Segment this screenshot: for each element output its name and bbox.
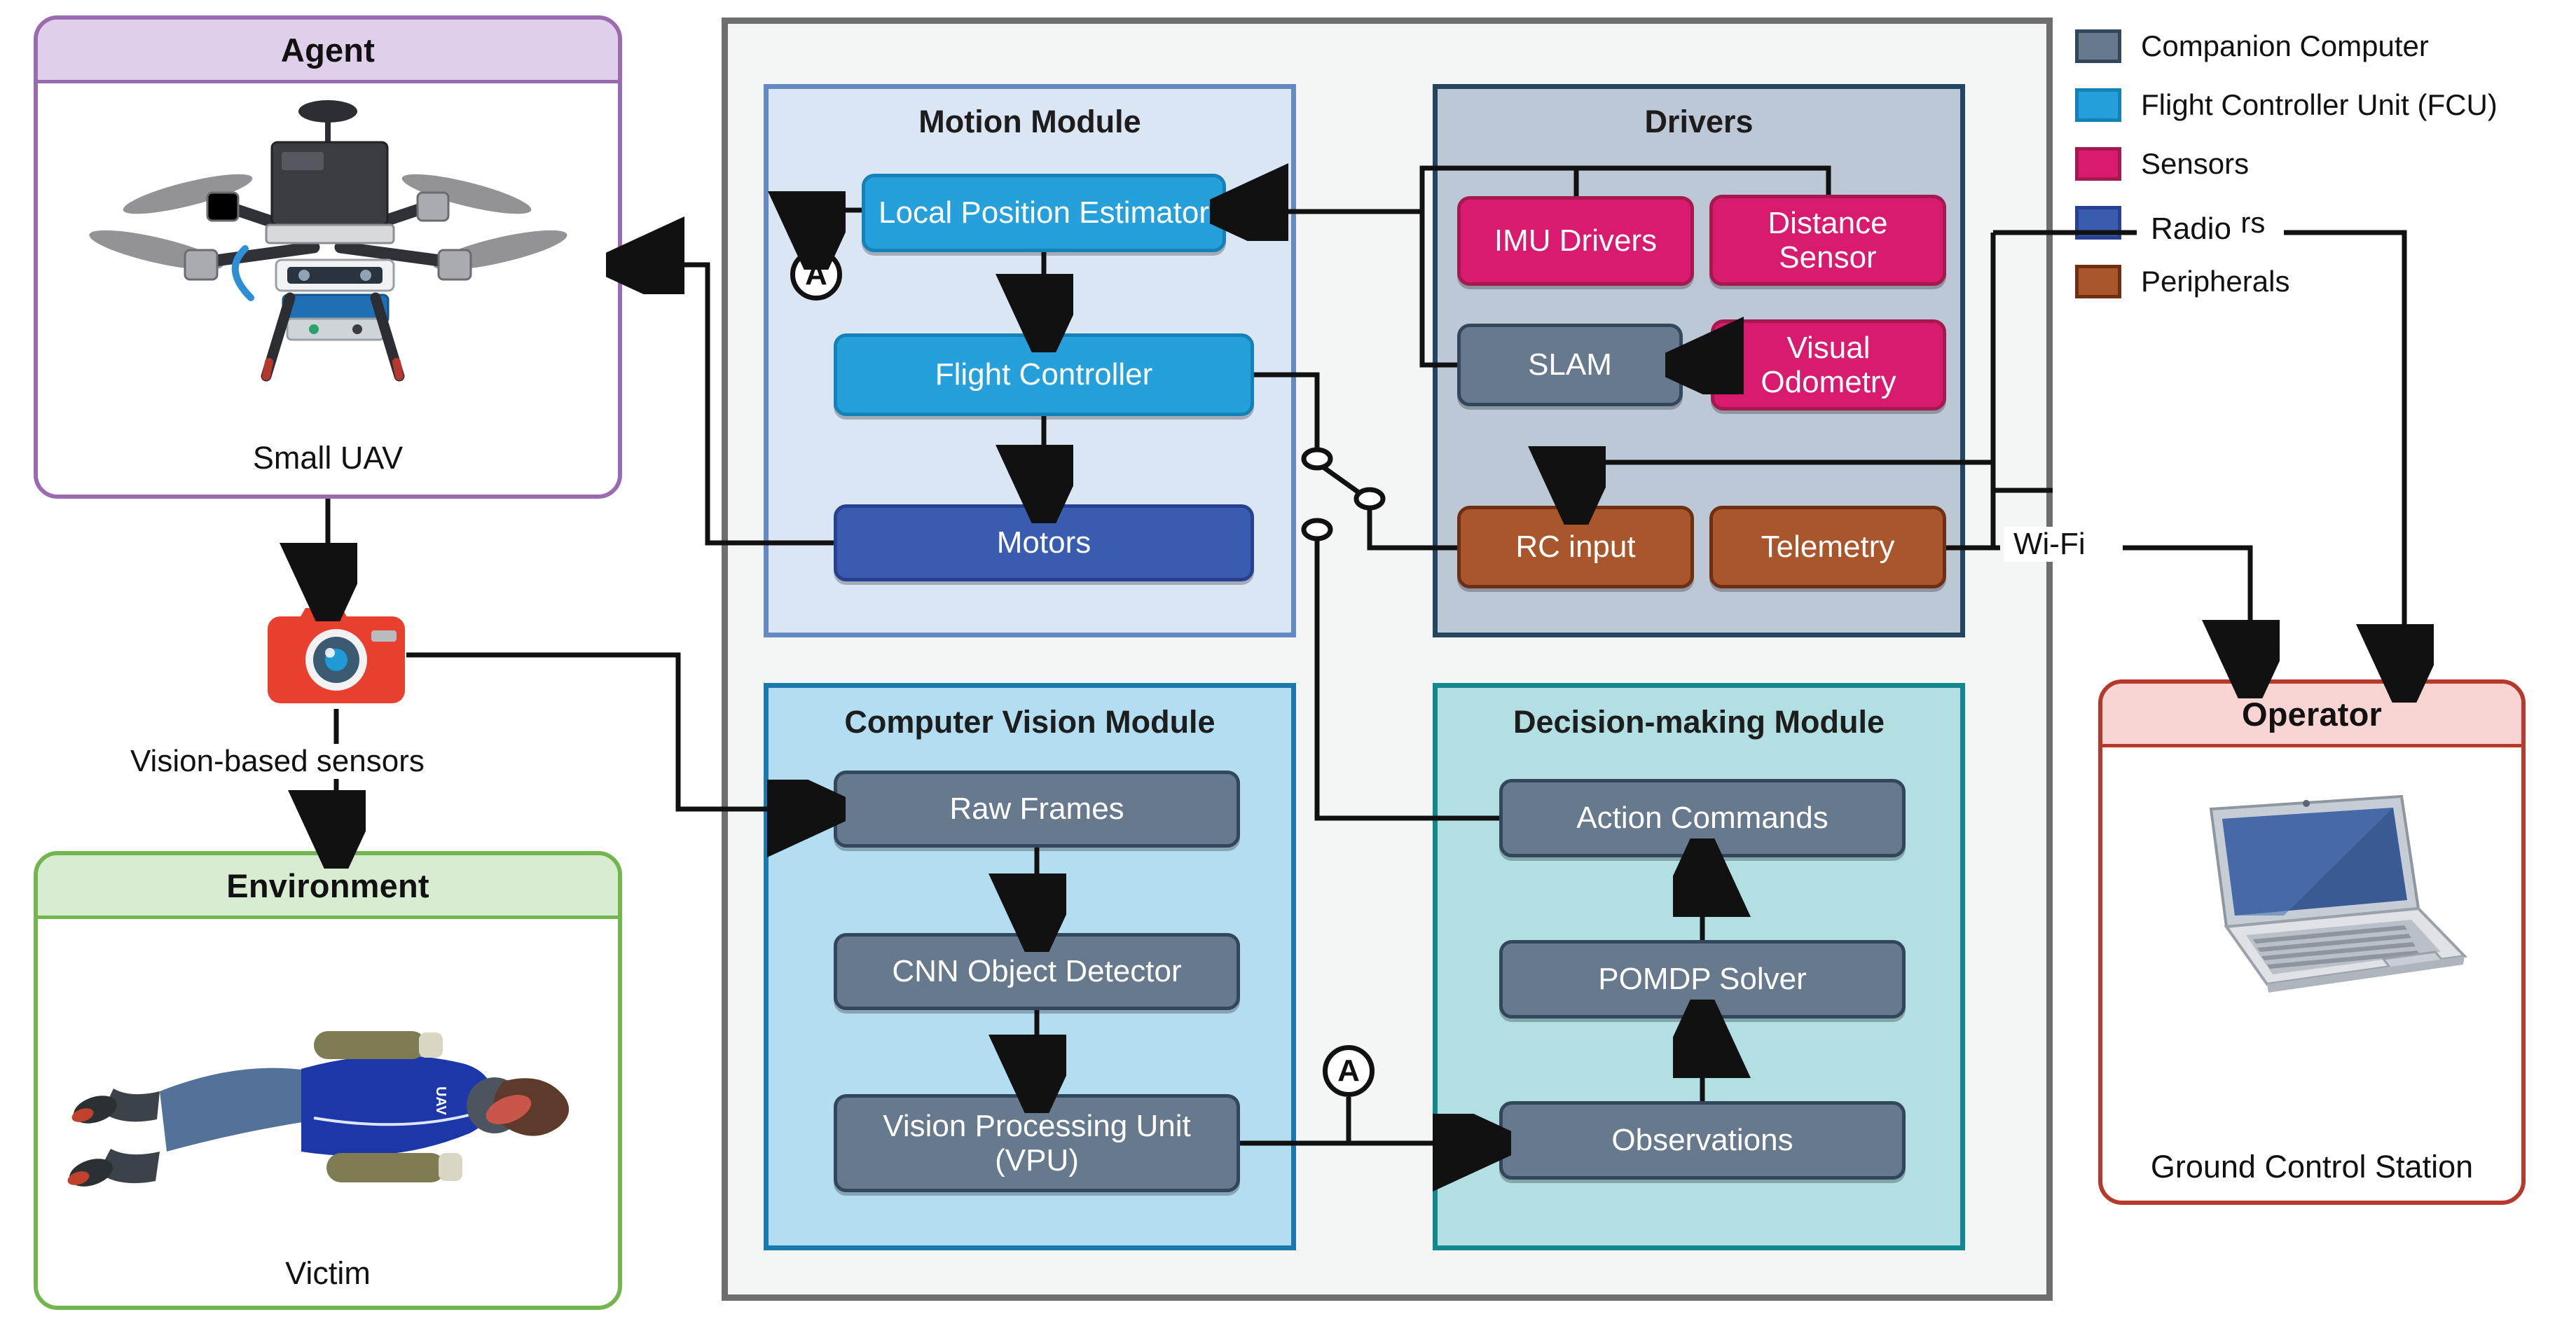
svg-text:UAV: UAV [433,1086,448,1115]
environment-panel: Environment UAV Victim [34,851,622,1310]
agent-panel: Agent Small UAV [34,15,622,499]
node-imu-drivers[interactable]: IMU Drivers [1457,196,1694,286]
node-pomdp-solver[interactable]: POMDP Solver [1499,940,1906,1018]
legend-item-companion-computer: Companion Computer [2075,29,2565,63]
operator-panel: Operator Ground Control Station [2098,679,2526,1205]
legend-swatch-companion-computer [2075,29,2121,63]
node-action-commands[interactable]: Action Commands [1499,779,1906,857]
node-telemetry[interactable]: Telemetry [1709,506,1946,588]
legend-label-sensors: Sensors [2141,147,2250,180]
legend-swatch-sensors [2075,147,2121,181]
environment-panel-caption: Victim [285,1255,371,1291]
legend: Companion Computer Flight Controller Uni… [2075,29,2565,298]
environment-panel-body: UAV Victim [38,919,618,1306]
drivers-module-title: Drivers [1644,104,1754,139]
legend-item-fcu: Flight Controller Unit (FCU) [2075,88,2565,122]
diagram-canvas: Agent Small UAV Environment UAV Victim M… [0,0,2576,1326]
legend-swatch-peripherals [2075,265,2121,298]
node-slam[interactable]: SLAM [1457,324,1683,406]
motion-module-title: Motion Module [918,104,1141,139]
legend-label-fcu: Flight Controller Unit (FCU) [2141,88,2498,121]
radio-label: Radio [2141,212,2241,247]
legend-swatch-actuators [2075,206,2121,240]
node-motors[interactable]: Motors [834,504,1254,581]
agent-panel-title: Agent [38,20,618,83]
node-vision-processing-unit[interactable]: Vision Processing Unit (VPU) [834,1094,1240,1192]
operator-panel-body: Ground Control Station [2102,747,2521,1201]
legend-item-sensors: Sensors [2075,147,2565,181]
environment-panel-title: Environment [38,855,618,919]
legend-swatch-fcu [2075,88,2121,122]
agent-panel-caption: Small UAV [252,440,404,476]
wire-wifi-to-operator [2123,545,2250,674]
wire-radio-to-operator [2284,230,2404,678]
node-flight-controller[interactable]: Flight Controller [834,333,1254,416]
laptop-photo [2209,794,2468,993]
operator-panel-title: Operator [2102,684,2521,747]
node-rc-input[interactable]: RC input [1457,506,1694,588]
legend-label-companion-computer: Companion Computer [2141,29,2429,62]
camera-icon [266,602,406,707]
node-raw-frames[interactable]: Raw Frames [834,771,1240,848]
connector-a-vision: A [1323,1045,1375,1097]
victim-photo: UAV [67,1031,570,1187]
legend-label-peripherals: Peripherals [2141,265,2290,298]
operator-panel-caption: Ground Control Station [2150,1149,2474,1185]
node-local-position-estimator[interactable]: Local Position Estimator [862,174,1226,252]
node-distance-sensor[interactable]: Distance Sensor [1709,195,1946,286]
wifi-label: Wi-Fi [2004,527,2095,562]
vision-module-title: Computer Vision Module [844,704,1215,740]
node-visual-odometry[interactable]: Visual Odometry [1711,319,1946,410]
node-observations[interactable]: Observations [1499,1101,1906,1180]
decision-module-title: Decision-making Module [1513,704,1885,740]
agent-panel-body: Small UAV [38,83,618,495]
legend-item-peripherals: Peripherals [2075,265,2565,298]
uav-photo [89,100,567,382]
vision-sensors-label: Vision-based sensors [120,744,434,779]
connector-a-motion: A [790,249,842,301]
node-cnn-object-detector[interactable]: CNN Object Detector [834,933,1240,1010]
